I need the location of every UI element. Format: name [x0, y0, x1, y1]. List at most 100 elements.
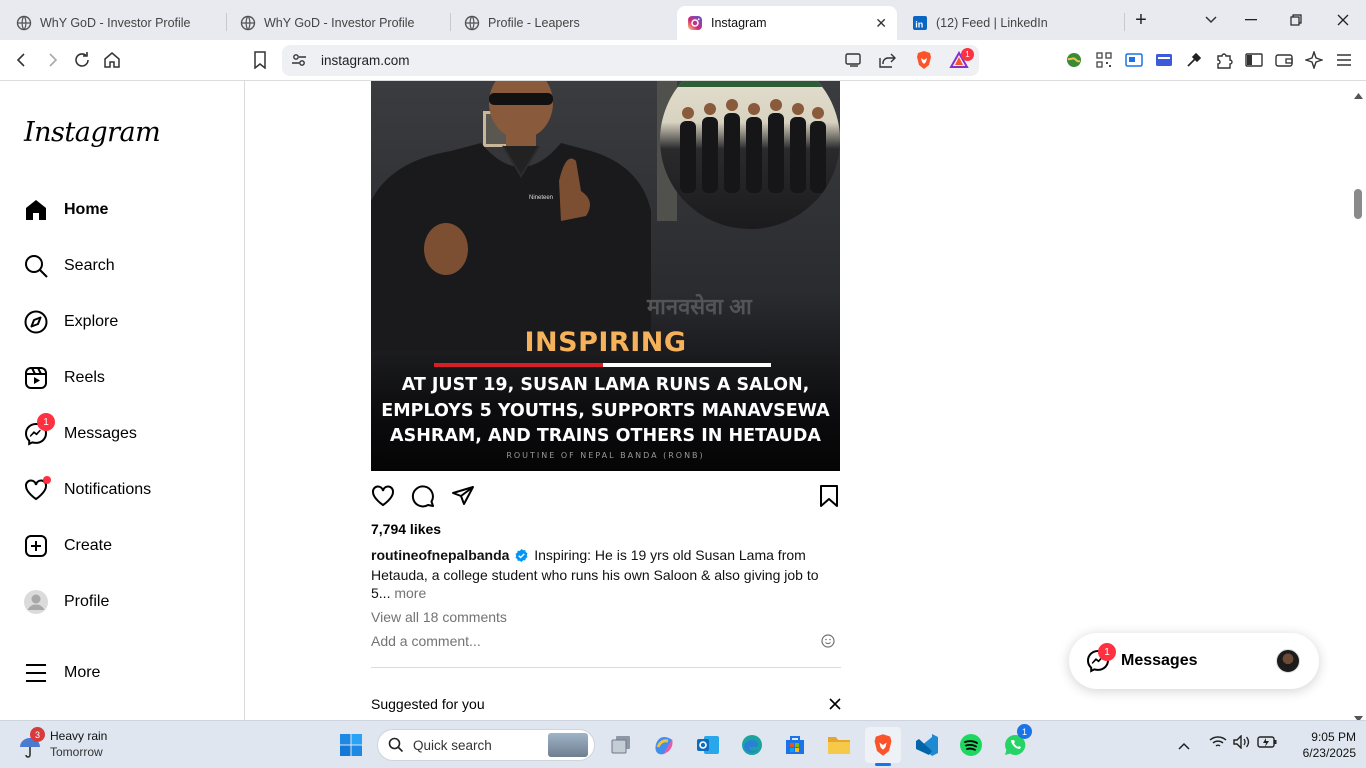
extension-window-icon[interactable] [1152, 48, 1176, 72]
forward-arrow-icon[interactable] [40, 48, 64, 72]
chevron-up-icon[interactable] [1178, 737, 1190, 755]
notification-dot [43, 476, 51, 484]
nav-label: Profile [64, 593, 110, 610]
scroll-thumb[interactable] [1354, 189, 1362, 219]
speaker-icon[interactable] [1233, 734, 1251, 754]
copilot-icon[interactable] [646, 727, 682, 763]
close-window-icon[interactable] [1331, 8, 1355, 32]
nav-home[interactable]: Home [24, 195, 108, 225]
nav-profile[interactable]: Profile [24, 587, 109, 617]
tab-leapers[interactable]: Profile - Leapers [454, 6, 674, 40]
back-arrow-icon[interactable] [10, 48, 34, 72]
microsoft-store-icon[interactable] [777, 727, 813, 763]
file-explorer-icon[interactable] [821, 727, 857, 763]
clock[interactable]: 9:05 PM 6/23/2025 [1290, 729, 1356, 761]
puzzle-extensions-icon[interactable] [1212, 48, 1236, 72]
brave-taskbar-icon[interactable] [865, 727, 901, 766]
brave-shields-icon[interactable] [913, 49, 935, 71]
nav-create[interactable]: Create [24, 531, 112, 561]
nav-label: Messages [64, 425, 137, 442]
tab-whygod-2[interactable]: WhY GoD - Investor Profile [230, 6, 450, 40]
scroll-up-arrow-icon[interactable] [1354, 86, 1363, 104]
sidebar-toggle-icon[interactable] [1242, 48, 1266, 72]
nav-messages[interactable]: 1 Messages [24, 413, 137, 449]
nav-reels[interactable]: Reels [24, 363, 105, 393]
close-tab-icon[interactable]: ✕ [875, 15, 887, 32]
wifi-icon[interactable] [1209, 735, 1227, 754]
headline-line: AT JUST 19, SUSAN LAMA RUNS A SALON, [401, 375, 810, 395]
save-bookmark-icon[interactable] [818, 484, 840, 513]
messages-floating-button[interactable]: 1 Messages [1069, 633, 1319, 689]
new-tab-icon[interactable]: + [1129, 8, 1153, 32]
search-placeholder: Quick search [413, 738, 492, 753]
messenger-icon: 1 [24, 413, 55, 446]
leo-ai-icon[interactable] [1302, 48, 1326, 72]
comment-icon[interactable] [411, 484, 435, 513]
whatsapp-icon[interactable]: 1 [997, 724, 1033, 763]
taskbar-search[interactable]: Quick search [377, 729, 595, 761]
qr-code-icon[interactable] [1092, 48, 1116, 72]
post-image[interactable]: Nineteen मानवसेवा आ INSPIRING AT JUST 19… [371, 81, 840, 471]
wallet-icon[interactable] [1272, 48, 1296, 72]
chevron-down-icon[interactable] [1199, 8, 1223, 32]
view-comments-link[interactable]: View all 18 comments [371, 609, 507, 625]
edge-icon[interactable] [734, 727, 770, 763]
weather-widget[interactable]: 3 Heavy rain Tomorrow [14, 727, 154, 761]
tab-title: (12) Feed | LinkedIn [936, 16, 1048, 30]
tab-whygod-1[interactable]: WhY GoD - Investor Profile [6, 6, 226, 40]
windows-taskbar: 3 Heavy rain Tomorrow Quick search 1 9:0… [0, 720, 1366, 768]
rewards-badge: 1 [961, 48, 974, 61]
post-username[interactable]: routineofnepalbanda [371, 547, 509, 563]
share-icon[interactable] [877, 49, 899, 71]
search-icon [388, 737, 404, 758]
address-bar[interactable]: instagram.com 1 [282, 45, 979, 76]
add-comment-row: Add a comment... [371, 633, 841, 668]
task-view-icon[interactable] [603, 727, 639, 763]
tab-linkedin[interactable]: in (12) Feed | LinkedIn [902, 6, 1122, 40]
reload-icon[interactable] [70, 48, 94, 72]
eyedropper-icon[interactable] [1182, 48, 1206, 72]
install-app-icon[interactable] [843, 49, 865, 71]
shirt-logo-text: Nineteen [529, 195, 553, 201]
tab-strip: WhY GoD - Investor Profile WhY GoD - Inv… [0, 0, 1366, 40]
page-scrollbar[interactable] [1350, 81, 1366, 722]
battery-charging-icon[interactable] [1257, 735, 1277, 754]
nav-explore[interactable]: Explore [24, 307, 118, 337]
add-comment-input[interactable]: Add a comment... [371, 633, 481, 649]
nav-more[interactable]: More [24, 658, 100, 688]
minimize-icon[interactable] [1239, 8, 1263, 32]
dismiss-suggested-icon[interactable] [829, 697, 841, 715]
home-browser-icon[interactable] [100, 48, 124, 72]
bookmark-icon[interactable] [248, 48, 272, 72]
verified-badge-icon [515, 548, 528, 566]
picture-in-picture-icon[interactable] [1122, 48, 1146, 72]
linkedin-icon: in [912, 15, 928, 31]
like-heart-icon[interactable] [371, 484, 395, 513]
likes-count[interactable]: 7,794 likes [371, 521, 441, 537]
vscode-icon[interactable] [909, 727, 945, 763]
windows-start-icon[interactable] [333, 727, 369, 763]
share-paperplane-icon[interactable] [451, 484, 475, 513]
outlook-icon[interactable] [690, 727, 726, 763]
wall-sign-text: मानवसेवा आ [647, 294, 752, 319]
extension-globe-icon[interactable] [1062, 48, 1086, 72]
nav-label: Reels [64, 369, 105, 386]
nav-search[interactable]: Search [24, 251, 115, 281]
tab-separator [1124, 13, 1125, 31]
nav-label: More [64, 664, 101, 681]
restore-icon[interactable] [1284, 8, 1308, 32]
post-footer-credit: ROUTINE OF NEPAL BANDA (RONB) [506, 451, 705, 460]
tab-instagram[interactable]: Instagram ✕ [677, 6, 897, 40]
nav-notifications[interactable]: Notifications [24, 475, 151, 505]
tab-title: Instagram [711, 16, 767, 30]
site-settings-icon[interactable] [288, 49, 310, 71]
globe-icon [240, 15, 256, 31]
hamburger-icon [24, 661, 48, 685]
menu-hamburger-icon[interactable] [1332, 48, 1356, 72]
clock-date: 6/23/2025 [1302, 746, 1356, 760]
caption-more-link[interactable]: more [394, 585, 426, 601]
instagram-logo[interactable]: Instagram [24, 117, 161, 148]
post-tag: INSPIRING [524, 327, 687, 358]
emoji-icon[interactable] [821, 634, 835, 651]
spotify-icon[interactable] [953, 727, 989, 763]
